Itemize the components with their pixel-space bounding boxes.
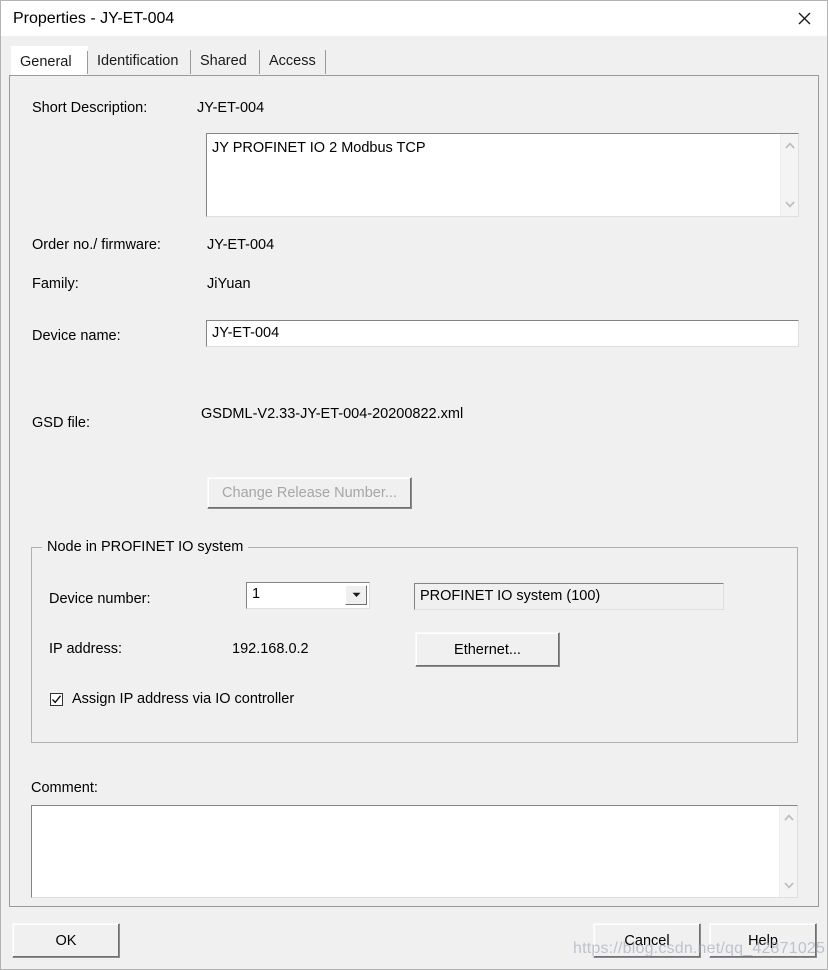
assign-ip-checkbox[interactable]	[50, 692, 63, 706]
general-tab-panel: Short Description: JY-ET-004 JY PROFINET…	[9, 75, 819, 907]
comment-label: Comment:	[31, 780, 98, 796]
ethernet-button[interactable]: Ethernet...	[415, 632, 560, 667]
device-number-combobox[interactable]: 1	[246, 582, 370, 609]
order-firmware-label: Order no./ firmware:	[32, 237, 161, 253]
scroll-down-icon[interactable]	[781, 196, 799, 213]
device-name-value: JY-ET-004	[212, 325, 280, 341]
tab-general-label: General	[20, 53, 72, 70]
gsd-file-value: GSDML-V2.33-JY-ET-004-20200822.xml	[201, 406, 464, 422]
family-value: JiYuan	[207, 276, 251, 292]
cancel-button[interactable]: Cancel	[593, 923, 701, 958]
title-bar: Properties - JY-ET-004	[1, 1, 827, 36]
chevron-down-icon[interactable]	[345, 585, 367, 605]
gsd-file-label: GSD file:	[32, 415, 91, 431]
change-release-number-button[interactable]: Change Release Number...	[207, 477, 412, 509]
scroll-up-icon[interactable]	[781, 137, 799, 154]
device-number-label: Device number:	[49, 591, 151, 607]
tab-identification-label: Identification	[97, 53, 179, 69]
short-description-label: Short Description:	[32, 100, 148, 116]
scroll-up-icon[interactable]	[780, 809, 798, 826]
short-description-value: JY-ET-004	[197, 100, 265, 116]
tab-access[interactable]: Access	[260, 46, 326, 76]
order-firmware-value: JY-ET-004	[207, 237, 275, 253]
node-group-title: Node in PROFINET IO system	[42, 539, 249, 555]
description-textarea[interactable]: JY PROFINET IO 2 Modbus TCP	[206, 133, 799, 217]
description-scrollbar[interactable]	[780, 134, 798, 216]
device-number-value: 1	[252, 586, 261, 602]
ethernet-button-label: Ethernet...	[454, 641, 521, 658]
help-button[interactable]: Help	[709, 923, 817, 958]
tab-shared-label: Shared	[200, 53, 247, 69]
tab-identification[interactable]: Identification	[88, 46, 191, 76]
tab-general[interactable]: General	[11, 46, 88, 76]
close-icon[interactable]	[781, 1, 827, 36]
properties-dialog: Properties - JY-ET-004 General Identific…	[0, 0, 828, 970]
ip-address-label: IP address:	[49, 641, 123, 657]
tab-separator	[325, 50, 326, 74]
ok-button-label: OK	[55, 932, 77, 949]
description-text: JY PROFINET IO 2 Modbus TCP	[212, 140, 426, 156]
ip-address-value: 192.168.0.2	[232, 641, 309, 657]
device-name-input[interactable]: JY-ET-004	[206, 320, 799, 347]
io-system-field: PROFINET IO system (100)	[414, 583, 724, 610]
change-release-number-label: Change Release Number...	[222, 485, 397, 501]
window-title: Properties - JY-ET-004	[13, 9, 175, 27]
ok-button[interactable]: OK	[12, 923, 120, 958]
device-name-label: Device name:	[32, 328, 121, 344]
family-label: Family:	[32, 276, 79, 292]
help-button-label: Help	[748, 932, 778, 949]
comment-textarea[interactable]	[31, 805, 798, 898]
assign-ip-label: Assign IP address via IO controller	[72, 691, 295, 707]
tab-access-label: Access	[269, 53, 316, 69]
cancel-button-label: Cancel	[624, 932, 670, 949]
assign-ip-checkbox-row[interactable]: Assign IP address via IO controller	[50, 691, 294, 707]
comment-scrollbar[interactable]	[779, 806, 797, 897]
dialog-footer: OK Cancel Help	[1, 907, 827, 969]
tab-strip: General Identification Shared Access	[1, 36, 827, 76]
io-system-value: PROFINET IO system (100)	[420, 588, 601, 604]
tab-shared[interactable]: Shared	[191, 46, 260, 76]
scroll-down-icon[interactable]	[780, 877, 798, 894]
